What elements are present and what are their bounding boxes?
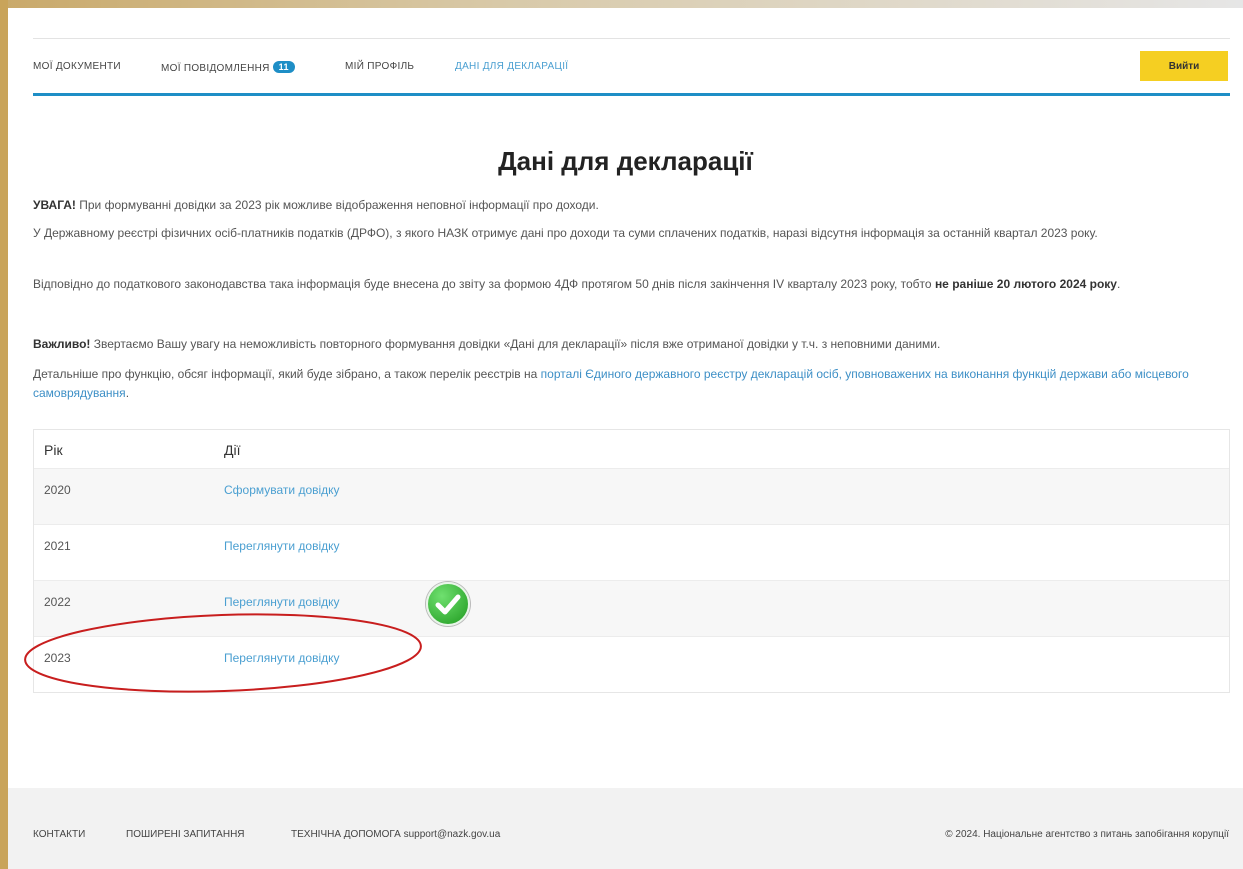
row-year: 2020 xyxy=(44,483,71,497)
page-title: Дані для декларації xyxy=(498,146,753,176)
screenshot-frame-left xyxy=(0,0,8,869)
top-navigation: МОЇ ДОКУМЕНТИ МОЇ ПОВІДОМЛЕННЯ 11 МІЙ ПРО… xyxy=(33,38,1230,96)
table-row: 2020 Сформувати довідку xyxy=(34,468,1229,524)
header-actions: Дії xyxy=(224,442,241,458)
screenshot-frame-top xyxy=(0,0,1243,8)
logout-button[interactable]: Вийти xyxy=(1140,51,1228,81)
notice-law-text: Відповідно до податкового законодавства … xyxy=(33,277,935,291)
table-row: 2021 Переглянути довідку xyxy=(34,524,1229,580)
notice-important-text: Звертаємо Вашу увагу на неможливість пов… xyxy=(90,337,941,351)
footer-contacts-link[interactable]: КОНТАКТИ xyxy=(33,829,85,840)
footer-support-label: ТЕХНІЧНА ДОПОМОГА xyxy=(291,829,401,840)
nav-my-messages[interactable]: МОЇ ПОВІДОМЛЕННЯ 11 xyxy=(161,61,295,74)
footer-faq-link[interactable]: ПОШИРЕНІ ЗАПИТАННЯ xyxy=(126,829,245,840)
nav-my-documents[interactable]: МОЇ ДОКУМЕНТИ xyxy=(33,61,121,72)
footer-support-email[interactable]: support@nazk.gov.ua xyxy=(404,829,501,840)
table-row: 2023 Переглянути довідку xyxy=(34,636,1229,692)
notice-law-date: не раніше 20 лютого 2024 року xyxy=(934,277,1117,291)
notice-law: Відповідно до податкового законодавства … xyxy=(33,275,1228,294)
messages-count-badge: 11 xyxy=(272,61,295,73)
notice-details-end: . xyxy=(125,386,130,400)
notice-warning-bold: УВАГА! xyxy=(33,198,76,212)
generate-certificate-link[interactable]: Сформувати довідку xyxy=(224,483,340,497)
notice-drfo: У Державному реєстрі фізичних осіб-платн… xyxy=(33,226,1098,240)
row-year: 2021 xyxy=(44,539,71,553)
notice-important-bold: Важливо! xyxy=(33,337,91,351)
view-certificate-link[interactable]: Переглянути довідку xyxy=(224,595,340,609)
view-certificate-link[interactable]: Переглянути довідку xyxy=(224,539,340,553)
notice-details: Детальніше про функцію, обсяг інформації… xyxy=(33,365,1228,403)
notice-warning: УВАГА! При формуванні довідки за 2023 рі… xyxy=(33,196,1228,215)
nav-declaration-data[interactable]: ДАНІ ДЛЯ ДЕКЛАРАЦІЇ xyxy=(455,61,568,72)
footer: КОНТАКТИ ПОШИРЕНІ ЗАПИТАННЯ ТЕХНІЧНА ДОП… xyxy=(8,788,1243,869)
table-row: 2022 Переглянути довідку xyxy=(34,580,1229,636)
row-year: 2022 xyxy=(44,595,71,609)
nav-my-messages-label: МОЇ ПОВІДОМЛЕННЯ xyxy=(161,63,270,74)
footer-copyright: © 2024. Національне агентство з питань з… xyxy=(945,829,1229,840)
notice-law-end: . xyxy=(1116,277,1121,291)
header-year: Рік xyxy=(44,442,63,458)
check-mark-icon xyxy=(426,582,470,626)
page: МОЇ ДОКУМЕНТИ МОЇ ПОВІДОМЛЕННЯ 11 МІЙ ПРО… xyxy=(8,8,1243,869)
notice-warning-text: При формуванні довідки за 2023 рік можли… xyxy=(75,198,599,212)
declaration-years-table: Рік Дії 2020 Сформувати довідку 2021 Пер… xyxy=(33,429,1230,693)
notice-important: Важливо! Звертаємо Вашу увагу на неможли… xyxy=(33,335,1228,354)
footer-support: ТЕХНІЧНА ДОПОМОГА support@nazk.gov.ua xyxy=(291,829,500,840)
row-year: 2023 xyxy=(44,651,71,665)
nav-my-profile[interactable]: МІЙ ПРОФІЛЬ xyxy=(345,61,414,72)
view-certificate-link[interactable]: Переглянути довідку xyxy=(224,651,340,665)
table-header: Рік Дії xyxy=(34,430,1229,468)
notice-details-text: Детальніше про функцію, обсяг інформації… xyxy=(33,367,541,381)
